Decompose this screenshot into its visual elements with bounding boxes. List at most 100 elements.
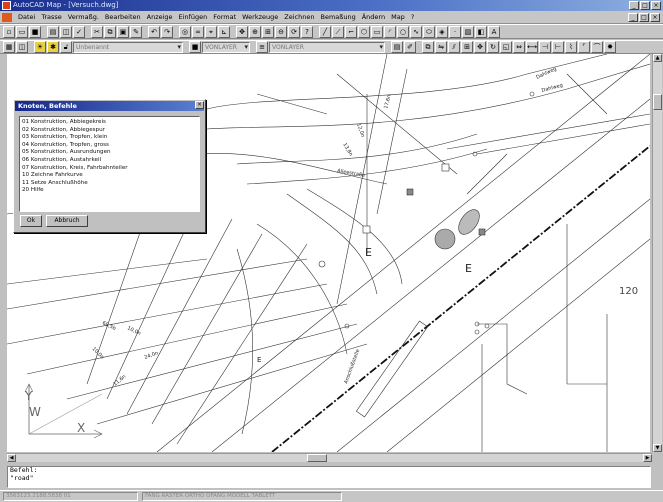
maximize-button[interactable]: □ xyxy=(640,1,650,10)
stretch-icon[interactable]: ⇔ xyxy=(513,41,525,53)
help-icon[interactable]: ? xyxy=(301,25,313,38)
menu-werkzeuge[interactable]: Werkzeuge xyxy=(239,11,281,23)
menu-trasse[interactable]: Trasse xyxy=(38,11,64,23)
properties-icon[interactable]: ▤ xyxy=(391,41,403,53)
redraw-icon[interactable]: ⟳ xyxy=(288,25,300,38)
zoom-previous-icon[interactable]: ⊖ xyxy=(275,25,287,38)
save-icon[interactable]: ■ xyxy=(29,25,41,38)
menu-format[interactable]: Format xyxy=(210,11,239,23)
menu-aendern[interactable]: Ändern xyxy=(359,11,388,23)
menu-anzeige[interactable]: Anzeige xyxy=(144,11,176,23)
print-icon[interactable]: ▤ xyxy=(47,25,59,38)
pan-icon[interactable]: ✥ xyxy=(236,25,248,38)
cut-icon[interactable]: ✂ xyxy=(91,25,103,38)
make-layer-current-icon[interactable]: ▦ xyxy=(3,41,15,53)
copy-object-icon[interactable]: ⧉ xyxy=(422,41,434,53)
explode-icon[interactable]: ✸ xyxy=(604,41,616,53)
menu-datei[interactable]: Datei xyxy=(15,11,38,23)
menu-zeichnen[interactable]: Zeichnen xyxy=(281,11,317,23)
scroll-up-icon[interactable]: ▲ xyxy=(653,54,662,62)
hyperlink-icon[interactable]: ∞ xyxy=(192,25,204,38)
array-icon[interactable]: ⊞ xyxy=(461,41,473,53)
scroll-right-icon[interactable]: ▶ xyxy=(643,454,652,462)
move-icon[interactable]: ✥ xyxy=(474,41,486,53)
zoom-realtime-icon[interactable]: ⊕ xyxy=(249,25,261,38)
menu-vermassg[interactable]: Vermaßg. xyxy=(65,11,102,23)
lengthen-icon[interactable]: ⟷ xyxy=(526,41,538,53)
polyline-icon[interactable]: ⌐ xyxy=(345,25,357,38)
menu-bemassung[interactable]: Bemaßung xyxy=(317,11,358,23)
document-icon[interactable] xyxy=(2,12,12,22)
linetype-icon[interactable]: ≡ xyxy=(256,41,268,53)
point-icon[interactable]: · xyxy=(449,25,461,38)
rectangle-icon[interactable]: ▭ xyxy=(371,25,383,38)
trim-icon[interactable]: ⊣ xyxy=(539,41,551,53)
preview-icon[interactable]: ◫ xyxy=(60,25,72,38)
list-item[interactable]: 10 Zeichne Fahrkurve xyxy=(22,172,197,180)
dialog-close-button[interactable]: × xyxy=(195,101,204,109)
paste-icon[interactable]: ▣ xyxy=(117,25,129,38)
scroll-thumb[interactable] xyxy=(653,94,662,110)
mode-toggles[interactable]: FANG RASTER ORTHO OFANG MODELL TABLETT xyxy=(142,492,342,501)
color-dropdown[interactable]: VONLAYER xyxy=(202,41,250,53)
block-icon[interactable]: ◈ xyxy=(436,25,448,38)
command-list[interactable]: 01 Konstruktion, Abbiegekreis 02 Konstru… xyxy=(19,116,200,212)
redo-icon[interactable]: ↷ xyxy=(161,25,173,38)
circle-icon[interactable]: ○ xyxy=(397,25,409,38)
vertical-scrollbar[interactable]: ▲ ▼ xyxy=(652,54,662,452)
rotate-icon[interactable]: ↻ xyxy=(487,41,499,53)
hscroll-thumb[interactable] xyxy=(307,454,327,462)
snap-from-icon[interactable]: ⌖ xyxy=(205,25,217,38)
polygon-icon[interactable]: ⬡ xyxy=(358,25,370,38)
menu-einfuegen[interactable]: Einfügen xyxy=(176,11,211,23)
color-icon[interactable]: ■ xyxy=(189,41,201,53)
menu-map[interactable]: Map xyxy=(388,11,408,23)
scroll-left-icon[interactable]: ◀ xyxy=(7,454,16,462)
line-icon[interactable]: ╱ xyxy=(319,25,331,38)
list-item[interactable]: 04 Konstruktion, Tropfen, gross xyxy=(22,142,197,150)
list-item[interactable]: 07 Konstruktion, Kreis, Fahrbahnteiler xyxy=(22,165,197,173)
minimize-button[interactable]: _ xyxy=(629,1,639,10)
extend-icon[interactable]: ⊢ xyxy=(552,41,564,53)
erase-icon[interactable]: ✐ xyxy=(404,41,416,53)
command-line[interactable]: Befehl: "road" xyxy=(7,466,651,488)
ok-button[interactable]: Ok xyxy=(20,215,42,227)
new-file-icon[interactable]: ▫ xyxy=(3,25,15,38)
app-icon[interactable] xyxy=(2,1,11,10)
close-button[interactable]: × xyxy=(651,1,661,10)
linetype-dropdown[interactable]: VONLAYER xyxy=(269,41,385,53)
cancel-button[interactable]: Abbruch xyxy=(46,215,88,227)
scale-icon[interactable]: ◱ xyxy=(500,41,512,53)
fillet-icon[interactable]: ⌒ xyxy=(591,41,603,53)
match-properties-icon[interactable]: ✎ xyxy=(130,25,142,38)
construction-line-icon[interactable]: ⟋ xyxy=(332,25,344,38)
list-item[interactable]: 11 Setze Anschlußhöhe xyxy=(22,180,197,188)
layer-dropdown[interactable]: Unbenannt xyxy=(73,41,183,53)
arc-icon[interactable]: ◜ xyxy=(384,25,396,38)
doc-close-button[interactable]: × xyxy=(650,12,660,22)
region-icon[interactable]: ◧ xyxy=(475,25,487,38)
list-item[interactable]: 01 Konstruktion, Abbiegekreis xyxy=(22,119,197,127)
break-icon[interactable]: ⌇ xyxy=(565,41,577,53)
list-item[interactable]: 06 Konstruktion, Austahrkeil xyxy=(22,157,197,165)
hatch-icon[interactable]: ▨ xyxy=(462,25,474,38)
text-icon[interactable]: A xyxy=(488,25,500,38)
copy-icon[interactable]: ⧉ xyxy=(104,25,116,38)
horizontal-scrollbar[interactable]: ◀ ▶ xyxy=(7,453,652,462)
ellipse-icon[interactable]: ⬭ xyxy=(423,25,435,38)
chamfer-icon[interactable]: ⌜ xyxy=(578,41,590,53)
list-item[interactable]: 20 Hilfe xyxy=(22,187,197,195)
launch-browser-icon[interactable]: ◎ xyxy=(179,25,191,38)
menu-help[interactable]: ? xyxy=(408,11,417,23)
zoom-window-icon[interactable]: ⊞ xyxy=(262,25,274,38)
undo-icon[interactable]: ↶ xyxy=(148,25,160,38)
spline-icon[interactable]: ∿ xyxy=(410,25,422,38)
doc-minimize-button[interactable]: _ xyxy=(628,12,638,22)
open-file-icon[interactable]: ▭ xyxy=(16,25,28,38)
doc-maximize-button[interactable]: □ xyxy=(639,12,649,22)
offset-icon[interactable]: ⫽ xyxy=(448,41,460,53)
list-item[interactable]: 05 Konstruktion, Ausrundungen xyxy=(22,149,197,157)
list-item[interactable]: 02 Konstruktion, Abbiegespur xyxy=(22,127,197,135)
list-item[interactable]: 03 Konstruktion, Tropfen, klein xyxy=(22,134,197,142)
layers-icon[interactable]: ◫ xyxy=(16,41,28,53)
